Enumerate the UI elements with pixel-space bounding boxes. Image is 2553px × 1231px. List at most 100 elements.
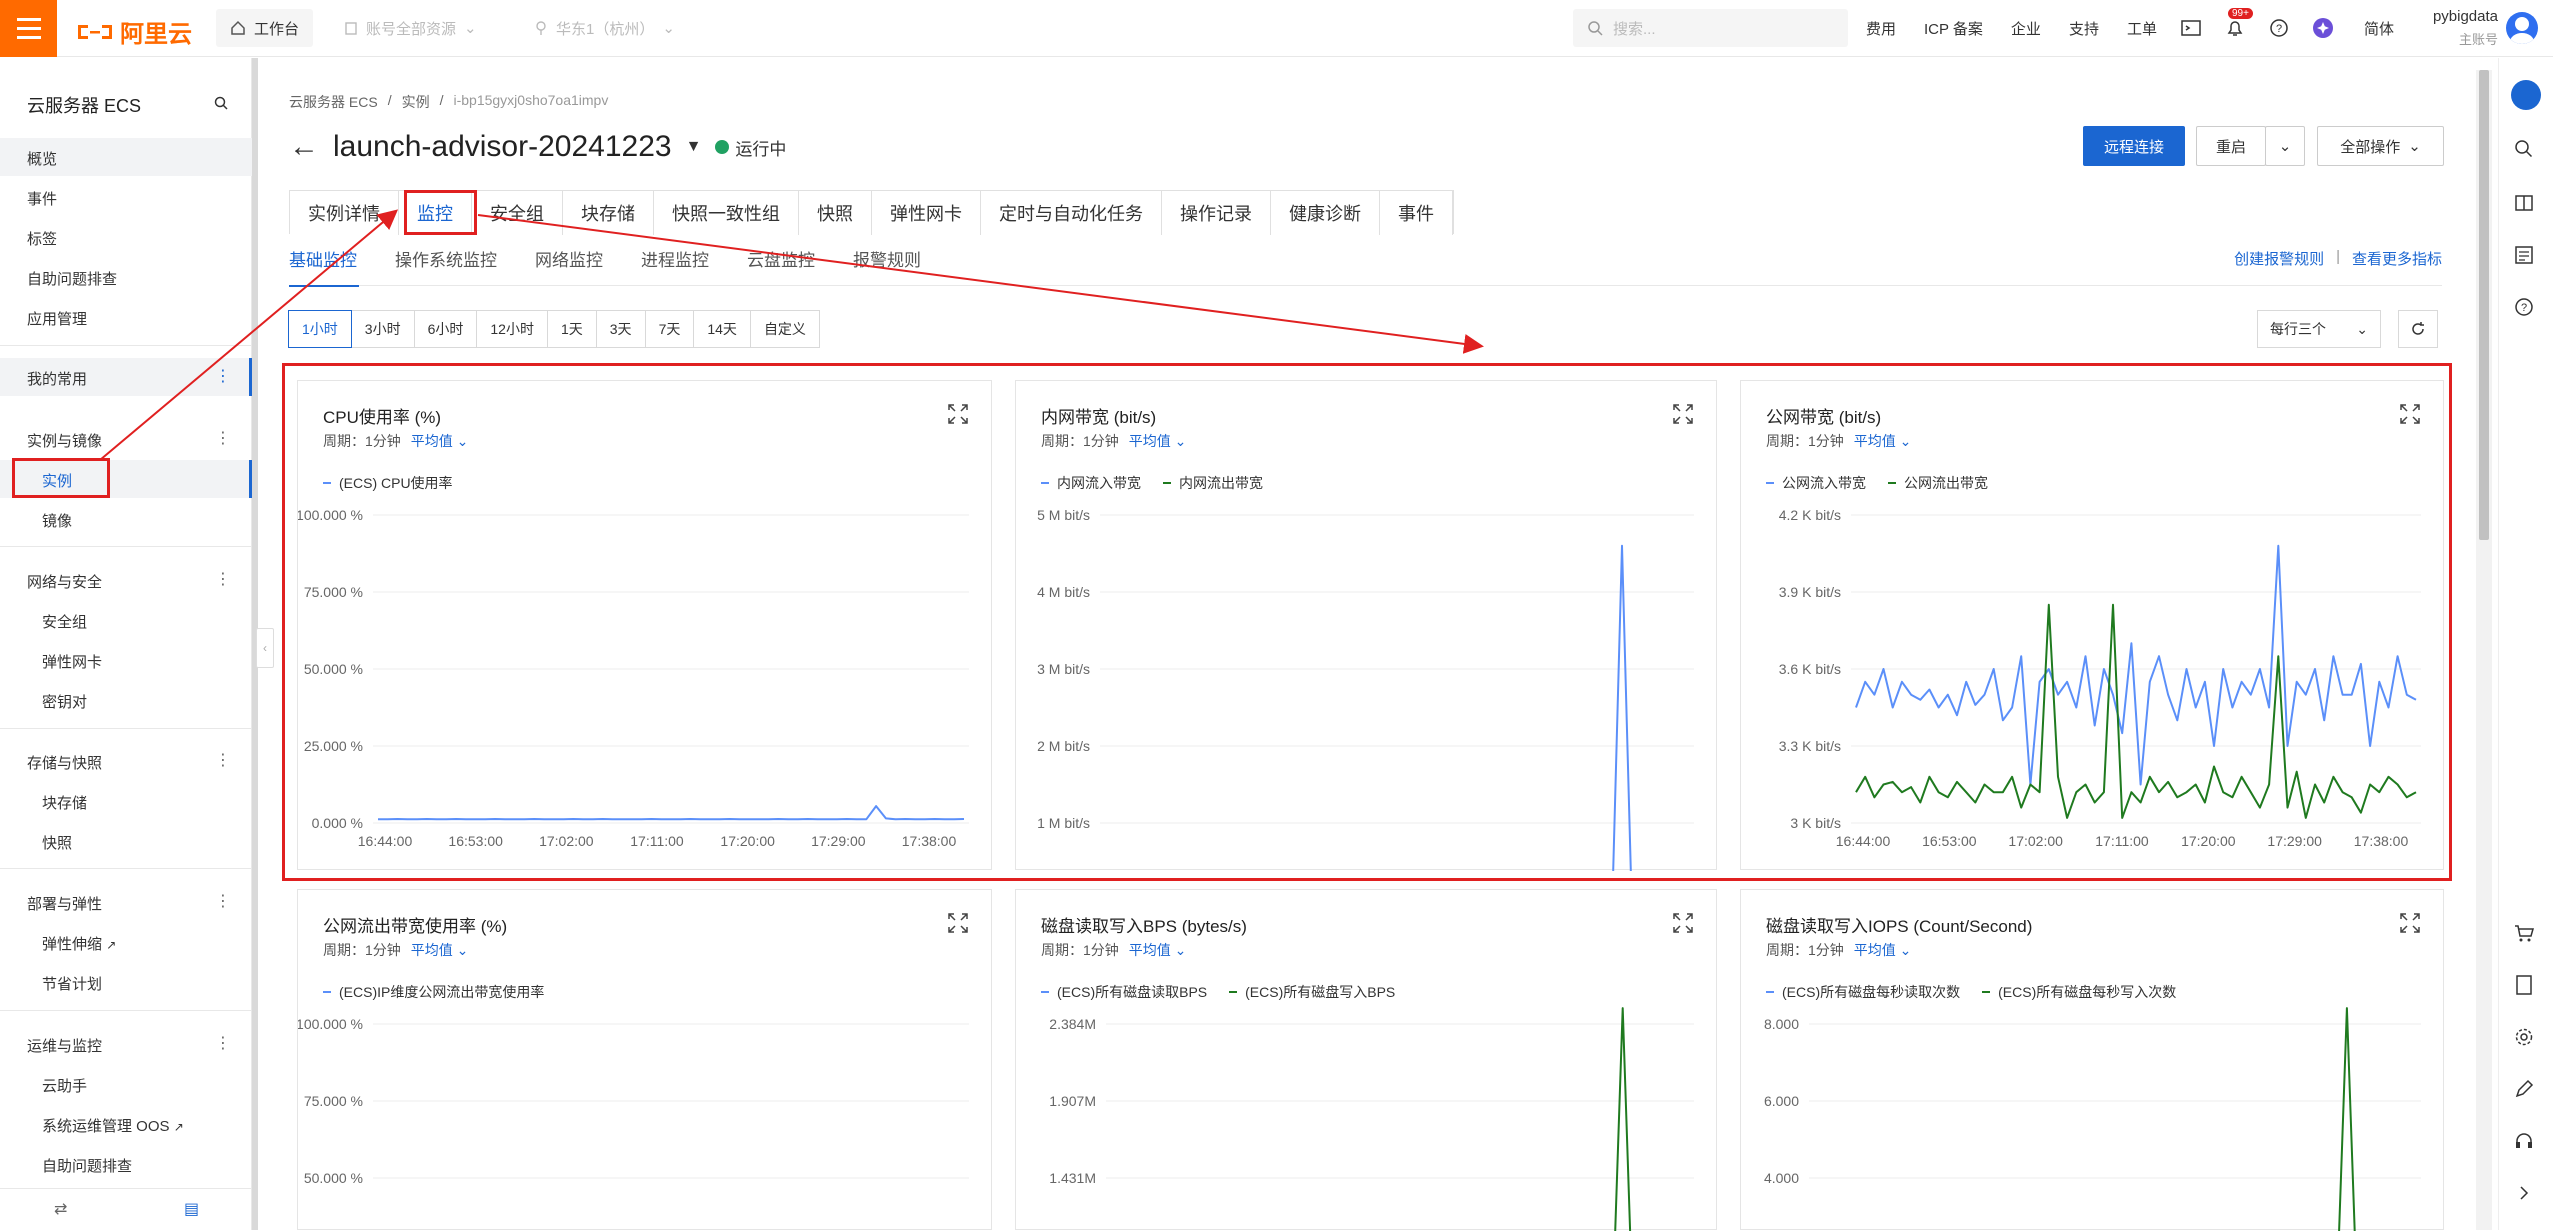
more-icon[interactable]: ⋮ (215, 891, 231, 911)
time-7d[interactable]: 7天 (644, 310, 695, 348)
back-arrow-icon[interactable]: ← (289, 130, 319, 164)
tab-snapshot[interactable]: 快照 (799, 191, 872, 235)
chevron-right-icon[interactable] (2513, 1182, 2535, 1204)
subtab-alarm-rules[interactable]: 报警规则 (853, 246, 921, 286)
menu-icon[interactable] (0, 0, 57, 57)
sidebar-item-tags[interactable]: 标签 (27, 228, 57, 249)
time-1d[interactable]: 1天 (546, 310, 597, 348)
aliyun-logo[interactable]: 阿里云 (76, 14, 192, 49)
headset-icon[interactable] (2513, 1130, 2535, 1152)
document-icon[interactable] (2513, 974, 2535, 996)
sidebar-item-auto-scaling[interactable]: 弹性伸缩 ↗ (42, 933, 116, 954)
tab-eni[interactable]: 弹性网卡 (872, 191, 981, 235)
time-14d[interactable]: 14天 (693, 310, 751, 348)
time-custom[interactable]: 自定义 (749, 310, 820, 348)
sidebar-item-images[interactable]: 镜像 (42, 510, 72, 531)
checklist-icon[interactable] (2513, 244, 2535, 266)
all-actions-button[interactable]: 全部操作 ⌄ (2317, 126, 2444, 166)
tab-events[interactable]: 事件 (1380, 191, 1453, 235)
global-search-input[interactable]: 搜索... (1573, 9, 1848, 47)
time-3h[interactable]: 3小时 (350, 310, 415, 348)
search-icon[interactable] (213, 95, 229, 111)
sidebar-item-security-group[interactable]: 安全组 (42, 611, 87, 632)
edit-icon[interactable] (2513, 1078, 2535, 1100)
robot-assistant-icon[interactable] (2511, 80, 2541, 110)
sidebar-item-app-management[interactable]: 应用管理 (27, 308, 87, 329)
book-icon[interactable] (2513, 192, 2535, 214)
sidebar-group-deploy-elastic[interactable]: 部署与弹性 (27, 893, 102, 914)
collapse-sidebar-icon[interactable]: ‹ (256, 628, 274, 668)
tab-block-storage[interactable]: 块存储 (563, 191, 654, 235)
sidebar-item-events[interactable]: 事件 (27, 188, 57, 209)
avatar[interactable] (2506, 12, 2538, 44)
sidebar-item-snapshot[interactable]: 快照 (42, 832, 72, 853)
subtab-network[interactable]: 网络监控 (535, 246, 603, 286)
tab-snapshot-consistency[interactable]: 快照一致性组 (654, 191, 799, 235)
cart-icon[interactable] (2513, 922, 2535, 944)
subtab-disk[interactable]: 云盘监控 (747, 246, 815, 286)
time-12h[interactable]: 12小时 (476, 310, 548, 348)
sidebar-item-keypair[interactable]: 密钥对 (42, 691, 87, 712)
restart-dropdown-icon[interactable]: ⌄ (2265, 126, 2305, 166)
subtab-process[interactable]: 进程监控 (641, 246, 709, 286)
restart-button[interactable]: 重启 (2196, 126, 2266, 166)
top-link-ticket[interactable]: 工单 (2127, 18, 2157, 39)
workbench-button[interactable]: 工作台 (216, 9, 314, 47)
sidebar-item-eni[interactable]: 弹性网卡 (42, 651, 102, 672)
top-link-fee[interactable]: 费用 (1866, 18, 1896, 39)
sidebar-group-network-security[interactable]: 网络与安全 (27, 571, 102, 592)
sidebar-item-savings-plan[interactable]: 节省计划 (42, 973, 102, 994)
per-row-select[interactable]: 每行三个 ⌄ (2257, 310, 2381, 348)
account-selector[interactable]: 账号全部资源 ⌄ (330, 9, 491, 47)
sidebar-item-self-diagnosis-2[interactable]: 自助问题排查 (42, 1155, 132, 1176)
time-6h[interactable]: 6小时 (413, 310, 478, 348)
more-icon[interactable]: ⋮ (215, 750, 231, 770)
sidebar-group-storage-snapshot[interactable]: 存储与快照 (27, 752, 102, 773)
scrollbar-thumb[interactable] (2479, 70, 2489, 540)
breadcrumb-ecs[interactable]: 云服务器 ECS (289, 92, 378, 112)
user-info[interactable]: pybigdata 主账号 (2414, 8, 2498, 48)
more-icon[interactable]: ⋮ (215, 428, 231, 448)
bell-icon[interactable] (2224, 17, 2246, 39)
language-switch[interactable]: 简体 (2364, 18, 2394, 39)
top-link-icp[interactable]: ICP 备案 (1924, 18, 1983, 39)
create-alarm-rule-link[interactable]: 创建报警规则 (2234, 248, 2324, 269)
sidebar-item-block-storage[interactable]: 块存储 (42, 792, 87, 813)
more-icon[interactable]: ⋮ (215, 569, 231, 589)
tab-details[interactable]: 实例详情 (290, 191, 399, 235)
help-icon[interactable]: ? (2513, 296, 2535, 318)
subtab-basic[interactable]: 基础监控 (289, 246, 359, 287)
caret-down-icon[interactable]: ▼ (686, 138, 702, 156)
region-selector[interactable]: 华东1（杭州） ⌄ (520, 9, 689, 47)
breadcrumb-instances[interactable]: 实例 (402, 92, 430, 112)
time-3d[interactable]: 3天 (595, 310, 646, 348)
subtab-os[interactable]: 操作系统监控 (395, 246, 497, 286)
more-icon[interactable]: ⋮ (215, 1033, 231, 1053)
sidebar-item-oos[interactable]: 系统运维管理 OOS ↗ (42, 1115, 184, 1136)
sidebar-item-cloud-assistant[interactable]: 云助手 (42, 1075, 87, 1096)
sidebar-item-self-diagnosis[interactable]: 自助问题排查 (27, 268, 117, 289)
sidebar-group-ops-monitor[interactable]: 运维与监控 (27, 1035, 102, 1056)
time-1h[interactable]: 1小时 (288, 310, 352, 348)
gear-icon[interactable] (2513, 1026, 2535, 1048)
top-link-support[interactable]: 支持 (2069, 18, 2099, 39)
switch-icon[interactable]: ⇄ (54, 1199, 67, 1219)
tab-operation-log[interactable]: 操作记录 (1162, 191, 1271, 235)
tab-health-diagnosis[interactable]: 健康诊断 (1271, 191, 1380, 235)
refresh-button[interactable] (2398, 310, 2438, 348)
terminal-icon[interactable] (2180, 17, 2202, 39)
tab-scheduled-tasks[interactable]: 定时与自动化任务 (981, 191, 1162, 235)
page-scrollbar[interactable] (2476, 70, 2492, 1230)
sidebar-item-instances[interactable]: 实例 (42, 470, 72, 491)
tab-security-group[interactable]: 安全组 (472, 191, 563, 235)
top-link-enterprise[interactable]: 企业 (2011, 18, 2041, 39)
list-icon[interactable]: ▤ (184, 1199, 199, 1219)
sidebar-group-instances-images[interactable]: 实例与镜像 (27, 430, 102, 451)
search-icon[interactable] (2513, 138, 2535, 160)
sidebar-item-overview[interactable]: 概览 (27, 148, 57, 169)
more-icon[interactable]: ⋮ (215, 366, 231, 386)
sidebar-favorites[interactable]: 我的常用 (27, 368, 87, 389)
help-icon[interactable]: ? (2268, 17, 2290, 39)
remote-connect-button[interactable]: 远程连接 (2083, 126, 2185, 166)
tab-monitoring[interactable]: 监控 (399, 191, 472, 235)
